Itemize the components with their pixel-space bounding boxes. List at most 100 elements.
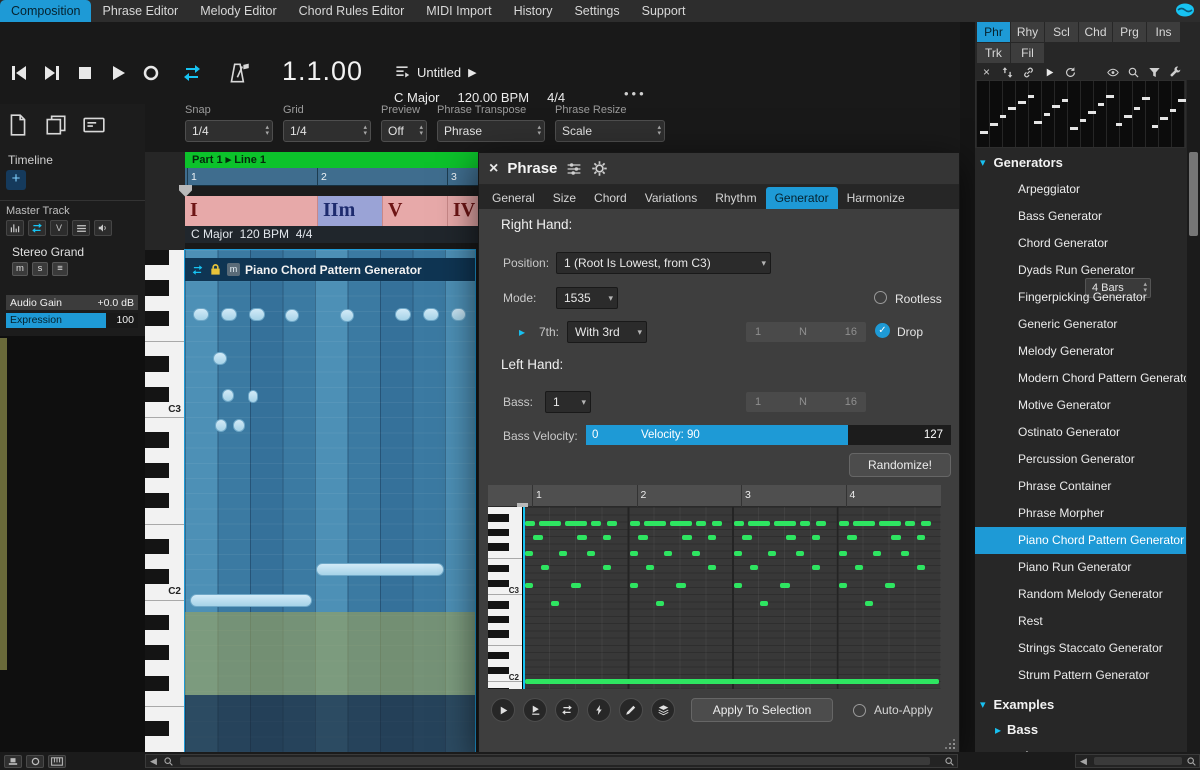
note[interactable] [249, 308, 265, 321]
dialog-tab-harmonize[interactable]: Harmonize [838, 187, 914, 209]
note[interactable] [879, 521, 901, 526]
gear-icon[interactable] [591, 160, 608, 177]
metronome-button[interactable] [222, 60, 256, 86]
scroll-thumb[interactable] [1094, 757, 1182, 765]
menu-item-composition[interactable]: Composition [0, 0, 91, 22]
auto-apply-radio[interactable] [853, 704, 866, 717]
note[interactable] [607, 521, 617, 526]
note[interactable] [839, 551, 847, 556]
note[interactable] [901, 551, 909, 556]
note[interactable] [644, 521, 666, 526]
generator-item-ostinato-generator[interactable]: Ostinato Generator [975, 419, 1186, 446]
seventh-dropdown[interactable]: With 3rd [567, 321, 647, 343]
virtual-keyboard-icon[interactable] [48, 755, 66, 768]
generator-item-phrase-container[interactable]: Phrase Container [975, 473, 1186, 500]
randomize-button[interactable]: Randomize! [849, 453, 951, 477]
note[interactable] [451, 308, 466, 321]
black-key[interactable] [488, 616, 509, 623]
note[interactable] [816, 521, 826, 526]
generator-item-strings-staccato-generator[interactable]: Strings Staccato Generator [975, 635, 1186, 662]
note[interactable] [587, 551, 595, 556]
note[interactable] [533, 535, 543, 540]
note[interactable] [708, 565, 716, 570]
note[interactable] [921, 521, 931, 526]
generator-item-random-melody-generator[interactable]: Random Melody Generator [975, 581, 1186, 608]
expander-chevron-icon[interactable]: ▸ [519, 325, 525, 339]
mute-button[interactable]: m [12, 262, 28, 276]
note[interactable] [221, 308, 237, 321]
main-roll[interactable]: m Piano Chord Pattern Generator [185, 250, 475, 752]
note[interactable] [760, 601, 768, 606]
play-button[interactable] [105, 60, 131, 86]
phrase-mute-badge[interactable]: m [227, 263, 240, 276]
refresh-icon[interactable] [1062, 64, 1079, 80]
bass-dropdown[interactable]: 1 [545, 391, 591, 413]
black-key[interactable] [145, 432, 169, 447]
scroll-left-icon[interactable]: ◀ [1080, 756, 1087, 767]
preview-piano-keys[interactable]: C3C2 [488, 507, 523, 689]
note[interactable] [222, 389, 234, 402]
bass-velocity-slider[interactable]: 0 Velocity: 90 127 [586, 425, 951, 445]
generator-item-piano-run-generator[interactable]: Piano Run Generator [975, 554, 1186, 581]
track-name[interactable]: Stereo Grand [12, 245, 84, 259]
note[interactable] [395, 308, 411, 321]
expression-slider[interactable]: Expression 100 [6, 313, 138, 328]
phrase-transpose-dropdown[interactable]: Phrase▴▾ [437, 120, 545, 142]
note[interactable] [316, 563, 444, 576]
main-hscrollbar[interactable]: ◀ [145, 754, 958, 768]
note[interactable] [692, 551, 700, 556]
note[interactable] [812, 565, 820, 570]
sidebar-tab-prg[interactable]: Prg [1113, 22, 1146, 42]
generator-item-modern-chord-pattern-generator[interactable]: Modern Chord Pattern Generator [975, 365, 1186, 392]
generator-item-fingerpicking-generator[interactable]: Fingerpicking Generator [975, 284, 1186, 311]
menu-item-phrase-editor[interactable]: Phrase Editor [91, 0, 189, 22]
generator-item-percussion-generator[interactable]: Percussion Generator [975, 446, 1186, 473]
note[interactable] [670, 521, 692, 526]
lock-icon[interactable] [209, 263, 222, 276]
dialog-titlebar[interactable]: × Phrase [479, 153, 959, 185]
note[interactable] [873, 551, 881, 556]
generator-item-motive-generator[interactable]: Motive Generator [975, 392, 1186, 419]
more-menu-button[interactable]: ••• [624, 86, 647, 101]
preview-play-button[interactable] [491, 698, 515, 722]
note[interactable] [796, 551, 804, 556]
preview-play-once-button[interactable] [523, 698, 547, 722]
black-key[interactable] [488, 529, 509, 536]
note[interactable] [233, 419, 245, 432]
audio-gain-slider[interactable]: Audio Gain +0.0 dB [6, 295, 138, 310]
note[interactable] [891, 535, 901, 540]
note[interactable] [712, 521, 722, 526]
black-key[interactable] [145, 645, 169, 660]
zoom-icon[interactable] [163, 756, 174, 767]
sidebar-tab-phr[interactable]: Phr [977, 22, 1010, 42]
black-key[interactable] [145, 676, 169, 691]
note[interactable] [551, 601, 559, 606]
chord-cell-iv[interactable]: IV [448, 196, 478, 226]
note[interactable] [734, 521, 744, 526]
note[interactable] [539, 521, 561, 526]
scroll-thumb[interactable] [1189, 152, 1198, 236]
black-key[interactable] [488, 601, 509, 608]
note[interactable] [917, 535, 925, 540]
sidebar-tab-chd[interactable]: Chd [1079, 22, 1112, 42]
note[interactable] [917, 565, 925, 570]
track-list-icon[interactable]: ≡ [52, 262, 68, 276]
black-key[interactable] [145, 463, 169, 478]
generator-item-rest[interactable]: Rest [975, 608, 1186, 635]
black-key[interactable] [145, 615, 169, 630]
position-dropdown[interactable]: 1 (Root Is Lowest, from C3) [556, 252, 771, 274]
note[interactable] [839, 521, 849, 526]
note[interactable] [780, 583, 790, 588]
sidebar-subtab-fil[interactable]: Fil [1011, 43, 1044, 63]
apply-to-selection-button[interactable]: Apply To Selection [691, 698, 833, 722]
note[interactable] [571, 583, 581, 588]
note[interactable] [865, 601, 873, 606]
dialog-tab-rhythm[interactable]: Rhythm [706, 187, 765, 209]
speaker-icon[interactable] [94, 220, 112, 236]
song-title[interactable]: Untitled [417, 65, 461, 80]
generator-item-generic-generator[interactable]: Generic Generator [975, 311, 1186, 338]
open-composition-button[interactable] [44, 112, 70, 138]
note[interactable] [630, 551, 638, 556]
black-key[interactable] [145, 250, 169, 265]
note[interactable] [786, 535, 796, 540]
